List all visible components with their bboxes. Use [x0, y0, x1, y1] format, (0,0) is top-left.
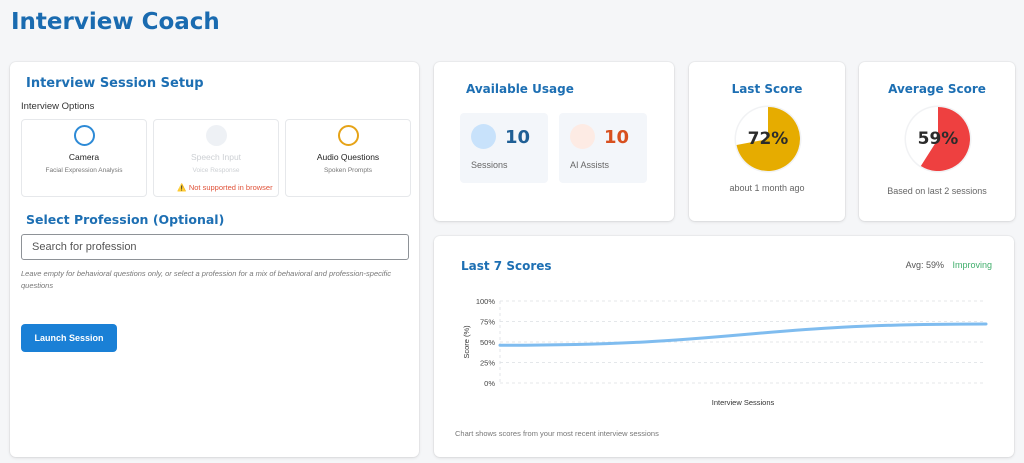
x-axis-label: Interview Sessions	[712, 398, 775, 407]
last-score-title: Last Score	[731, 82, 803, 96]
ai-assists-usage: 10 AI Assists	[559, 113, 647, 183]
y-axis-label: Score (%)	[462, 325, 471, 359]
trend-label: Improving	[952, 260, 992, 270]
last-score-date: about 1 month ago	[729, 183, 805, 193]
chart-footnote: Chart shows scores from your most recent…	[455, 429, 659, 438]
option-title: Speech Input	[190, 152, 242, 162]
sessions-icon	[471, 124, 496, 149]
option-title: Audio Questions	[316, 152, 380, 162]
launch-session-button[interactable]: Launch Session	[21, 324, 117, 352]
sessions-count: 10	[505, 127, 531, 148]
last-score-value: 72%	[747, 129, 789, 149]
y-tick-label: 100%	[476, 297, 496, 306]
ai-assists-label: AI Assists	[570, 160, 610, 170]
y-tick-label: 75%	[480, 318, 495, 327]
ai-assists-icon	[570, 124, 595, 149]
interview-options-label: Interview Options	[21, 101, 95, 112]
speech-not-supported-warning: ⚠️ Not supported in browser	[177, 183, 273, 192]
option-title: Camera	[68, 152, 100, 162]
average-score-title: Average Score	[888, 82, 986, 96]
option-audio-questions[interactable]: Audio Questions Spoken Prompts	[285, 119, 411, 197]
y-tick-label: 50%	[480, 338, 495, 347]
ai-assists-count: 10	[604, 127, 630, 148]
option-subtitle: Facial Expression Analysis	[45, 167, 123, 174]
audio-toggle-icon[interactable]	[337, 125, 359, 146]
average-score-card: Average Score 59% Based on last 2 sessio…	[859, 62, 1015, 221]
average-score-basis: Based on last 2 sessions	[887, 186, 987, 196]
sessions-usage: 10 Sessions	[460, 113, 548, 183]
profession-search-input[interactable]	[21, 234, 409, 260]
camera-toggle-icon[interactable]	[73, 125, 95, 146]
sessions-label: Sessions	[471, 160, 508, 170]
average-label: Avg: 59%	[905, 260, 944, 270]
average-score-value: 59%	[917, 129, 959, 149]
setup-title: Interview Session Setup	[26, 76, 204, 91]
last-score-card: Last Score 72% about 1 month ago	[689, 62, 845, 221]
y-tick-label: 0%	[484, 379, 495, 388]
profession-title: Select Profession (Optional)	[26, 212, 225, 227]
option-camera[interactable]: Camera Facial Expression Analysis	[21, 119, 147, 197]
option-subtitle: Spoken Prompts	[323, 167, 373, 174]
recent-scores-card: 100% 75% 50% 25% 0% Score (%) Interview Sessio…	[434, 236, 1014, 457]
available-usage-card: Available Usage 10 Sessions 10 AI Assist…	[434, 62, 674, 221]
app-title: Interview Coach	[11, 9, 220, 35]
session-setup-card: Interview Session Setup Interview Option…	[10, 62, 419, 457]
usage-title: Available Usage	[466, 82, 574, 96]
speech-toggle-icon	[205, 125, 227, 146]
y-tick-label: 25%	[480, 359, 495, 368]
option-subtitle: Voice Response	[192, 167, 240, 174]
recent-scores-title: Last 7 Scores	[461, 259, 552, 273]
profession-help-text: Leave empty for behavioral questions onl…	[21, 269, 392, 290]
